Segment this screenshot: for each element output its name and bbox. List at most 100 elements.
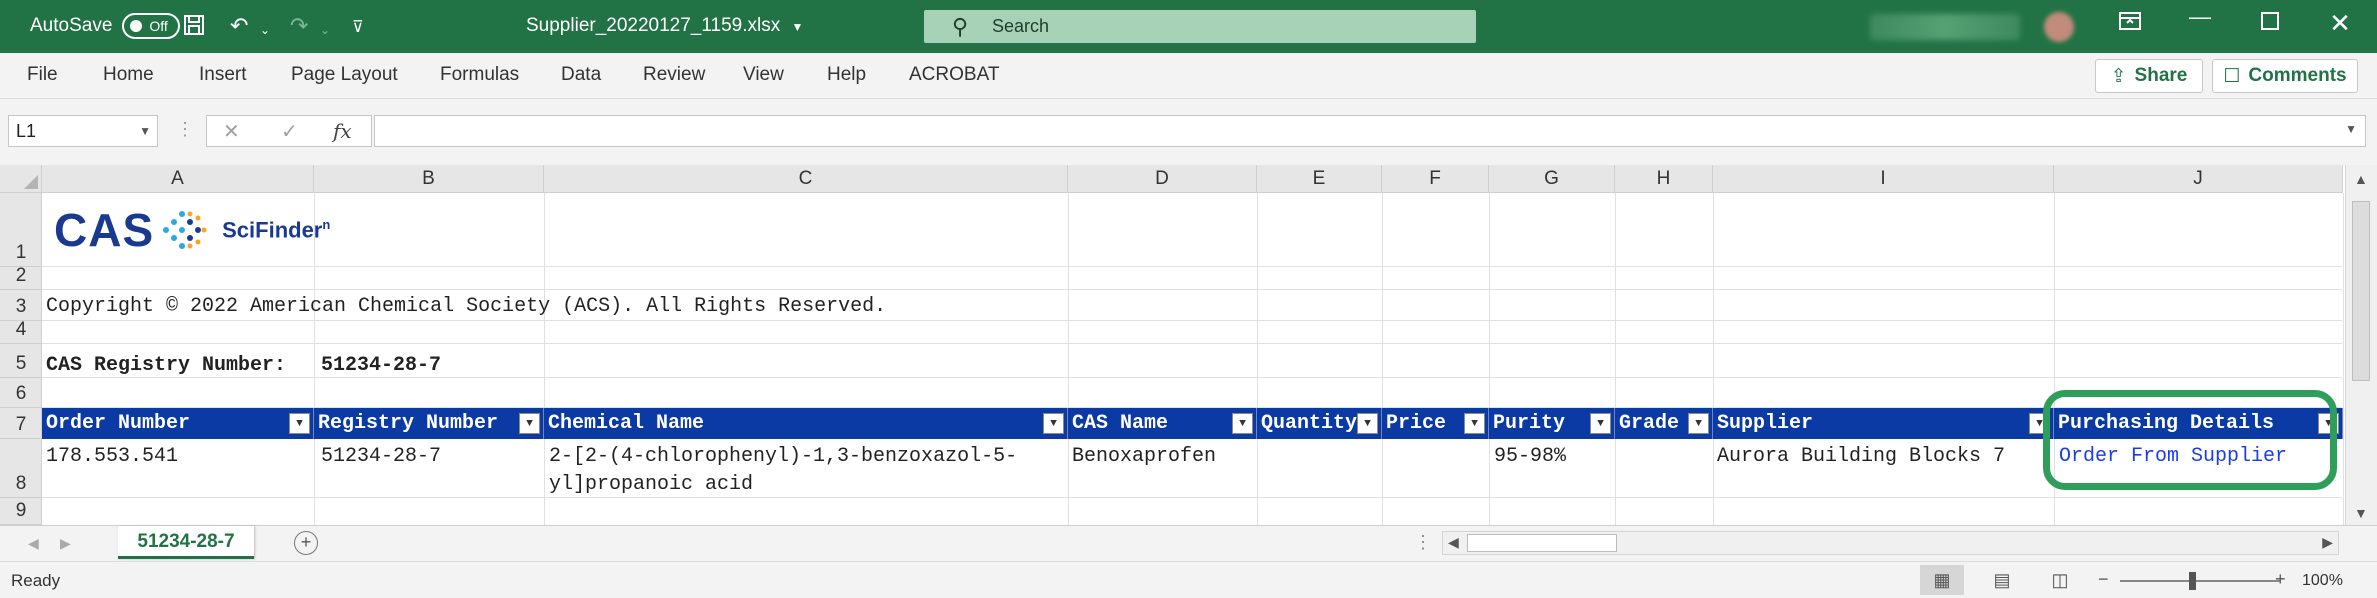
tab-help[interactable]: Help xyxy=(827,64,866,86)
zoom-out-icon[interactable]: − xyxy=(2098,569,2109,590)
header-purity[interactable]: Purity ▼ xyxy=(1489,408,1615,439)
formula-input[interactable]: ▼ xyxy=(374,115,2366,147)
filter-dropdown-icon[interactable]: ▼ xyxy=(1590,413,1611,434)
ribbon-display-options-icon[interactable] xyxy=(2110,10,2150,36)
tab-formulas[interactable]: Formulas xyxy=(440,64,519,86)
column-header-c[interactable]: C xyxy=(544,165,1068,193)
tab-home[interactable]: Home xyxy=(103,64,154,86)
filter-dropdown-icon[interactable]: ▼ xyxy=(289,413,310,434)
row-header-8[interactable]: 8 xyxy=(0,439,42,498)
registry-number-label[interactable]: CAS Registry Number: xyxy=(46,354,286,377)
header-quantity[interactable]: Quantity ▼ xyxy=(1257,408,1382,439)
header-cas-name[interactable]: CAS Name ▼ xyxy=(1068,408,1257,439)
expand-formula-bar-icon[interactable]: ▼ xyxy=(2345,122,2357,136)
sheet-nav-next-icon[interactable]: ▶ xyxy=(60,535,71,552)
row-header-5[interactable]: 5 xyxy=(0,344,42,378)
scroll-right-icon[interactable]: ▶ xyxy=(2322,534,2333,551)
autosave-control[interactable]: AutoSave Off xyxy=(30,13,181,39)
row-header-2[interactable]: 2 xyxy=(0,265,42,290)
tab-page-layout[interactable]: Page Layout xyxy=(291,64,398,86)
file-name-menu[interactable]: Supplier_20220127_1159.xlsx ▼ xyxy=(526,15,803,37)
filter-dropdown-icon[interactable]: ▼ xyxy=(1688,413,1709,434)
scroll-down-icon[interactable]: ▼ xyxy=(2354,505,2368,521)
cell-purity[interactable]: 95-98% xyxy=(1494,445,1566,468)
tab-file[interactable]: File xyxy=(27,64,58,86)
zoom-in-icon[interactable]: + xyxy=(2275,569,2286,590)
filter-dropdown-icon[interactable]: ▼ xyxy=(1357,413,1378,434)
column-header-h[interactable]: H xyxy=(1615,165,1713,193)
column-header-g[interactable]: G xyxy=(1489,165,1615,193)
tab-view[interactable]: View xyxy=(743,64,784,86)
autosave-toggle[interactable]: Off xyxy=(122,13,181,39)
tab-insert[interactable]: Insert xyxy=(199,64,247,86)
vertical-scroll-thumb[interactable] xyxy=(2352,201,2370,381)
share-button[interactable]: ⇪ Share xyxy=(2095,59,2203,93)
comments-button[interactable]: ☐ Comments xyxy=(2212,59,2358,93)
row-header-1[interactable]: 1 xyxy=(0,193,42,267)
zoom-slider-thumb[interactable] xyxy=(2189,572,2196,590)
row-header-3[interactable]: 3 xyxy=(0,290,42,321)
row-header-7[interactable]: 7 xyxy=(0,408,42,439)
scroll-left-icon[interactable]: ◀ xyxy=(1448,534,1459,551)
filter-dropdown-icon[interactable]: ▼ xyxy=(1464,413,1485,434)
column-header-d[interactable]: D xyxy=(1068,165,1257,193)
user-name-blurred[interactable] xyxy=(1870,14,2020,40)
column-header-e[interactable]: E xyxy=(1257,165,1382,193)
header-supplier[interactable]: Supplier ▼ xyxy=(1713,408,2054,439)
sheet-nav-prev-icon[interactable]: ◀ xyxy=(28,535,39,552)
horizontal-scrollbar[interactable]: ◀ ▶ xyxy=(1442,531,2339,555)
horizontal-scroll-thumb[interactable] xyxy=(1467,534,1617,552)
header-grade[interactable]: Grade ▼ xyxy=(1615,408,1713,439)
scroll-up-icon[interactable]: ▲ xyxy=(2354,171,2368,187)
header-order-number[interactable]: Order Number ▼ xyxy=(42,408,314,439)
tab-data[interactable]: Data xyxy=(561,64,601,86)
zoom-slider[interactable] xyxy=(2120,580,2280,582)
close-icon[interactable]: ✕ xyxy=(2320,8,2360,39)
header-registry-number[interactable]: Registry Number ▼ xyxy=(314,408,544,439)
undo-icon[interactable]: ↶ xyxy=(230,14,248,38)
filter-dropdown-icon[interactable]: ▼ xyxy=(1232,413,1253,434)
tab-acrobat[interactable]: ACROBAT xyxy=(909,64,999,86)
save-icon[interactable] xyxy=(183,14,205,41)
filter-dropdown-icon[interactable]: ▼ xyxy=(519,413,540,434)
filter-dropdown-icon[interactable]: ▼ xyxy=(1043,413,1064,434)
zoom-level[interactable]: 100% xyxy=(2302,572,2343,590)
cell-registry-number[interactable]: 51234-28-7 xyxy=(321,445,441,468)
tab-review[interactable]: Review xyxy=(643,64,705,86)
cancel-icon[interactable]: ✕ xyxy=(223,119,240,144)
cell-cas-name[interactable]: Benoxaprofen xyxy=(1072,445,1216,468)
cell-order-number[interactable]: 178.553.541 xyxy=(46,445,178,468)
row-header-6[interactable]: 6 xyxy=(0,378,42,408)
row-header-4[interactable]: 4 xyxy=(0,319,42,344)
search-box[interactable]: ⚲ Search xyxy=(924,10,1476,43)
column-header-a[interactable]: A xyxy=(42,165,314,193)
registry-number-value[interactable]: 51234-28-7 xyxy=(321,354,441,377)
customize-toolbar-icon[interactable]: ⊽ xyxy=(352,16,364,40)
vertical-scrollbar[interactable]: ▲ ▼ xyxy=(2345,165,2377,525)
page-break-preview-icon[interactable]: ◫ xyxy=(2038,565,2082,595)
add-sheet-icon[interactable]: + xyxy=(294,531,318,555)
name-box[interactable]: L1 ▼ xyxy=(8,115,158,147)
row-header-9[interactable]: 9 xyxy=(0,498,42,525)
select-all-button[interactable] xyxy=(0,165,42,193)
cell-chemical-name-line2[interactable]: yl]propanoic acid xyxy=(549,473,753,496)
column-header-i[interactable]: I xyxy=(1713,165,2054,193)
redo-dropdown-icon[interactable]: ⌄ xyxy=(320,18,330,42)
sheet-tab-active[interactable]: 51234-28-7 xyxy=(118,526,254,559)
more-options-icon[interactable]: ⋮ xyxy=(176,119,194,140)
avatar[interactable] xyxy=(2044,12,2074,42)
normal-view-icon[interactable]: ▦ xyxy=(1920,565,1964,595)
cell-chemical-name-line1[interactable]: 2-[2-(4-chlorophenyl)-1,3-benzoxazol-5- xyxy=(549,445,1017,468)
minimize-icon[interactable]: — xyxy=(2180,4,2220,30)
redo-icon[interactable]: ↷ xyxy=(290,14,308,38)
tab-split-handle-icon[interactable]: ⋮ xyxy=(1414,532,1432,553)
copyright-text[interactable]: Copyright © 2022 American Chemical Socie… xyxy=(46,295,886,318)
insert-function-icon[interactable]: fx xyxy=(333,119,352,143)
column-header-b[interactable]: B xyxy=(314,165,544,193)
column-header-f[interactable]: F xyxy=(1382,165,1489,193)
header-chemical-name[interactable]: Chemical Name ▼ xyxy=(544,408,1068,439)
undo-dropdown-icon[interactable]: ⌄ xyxy=(260,18,270,42)
page-layout-view-icon[interactable]: ▤ xyxy=(1980,565,2024,595)
cell-supplier[interactable]: Aurora Building Blocks 7 xyxy=(1717,445,2005,468)
column-header-j[interactable]: J xyxy=(2054,165,2343,193)
